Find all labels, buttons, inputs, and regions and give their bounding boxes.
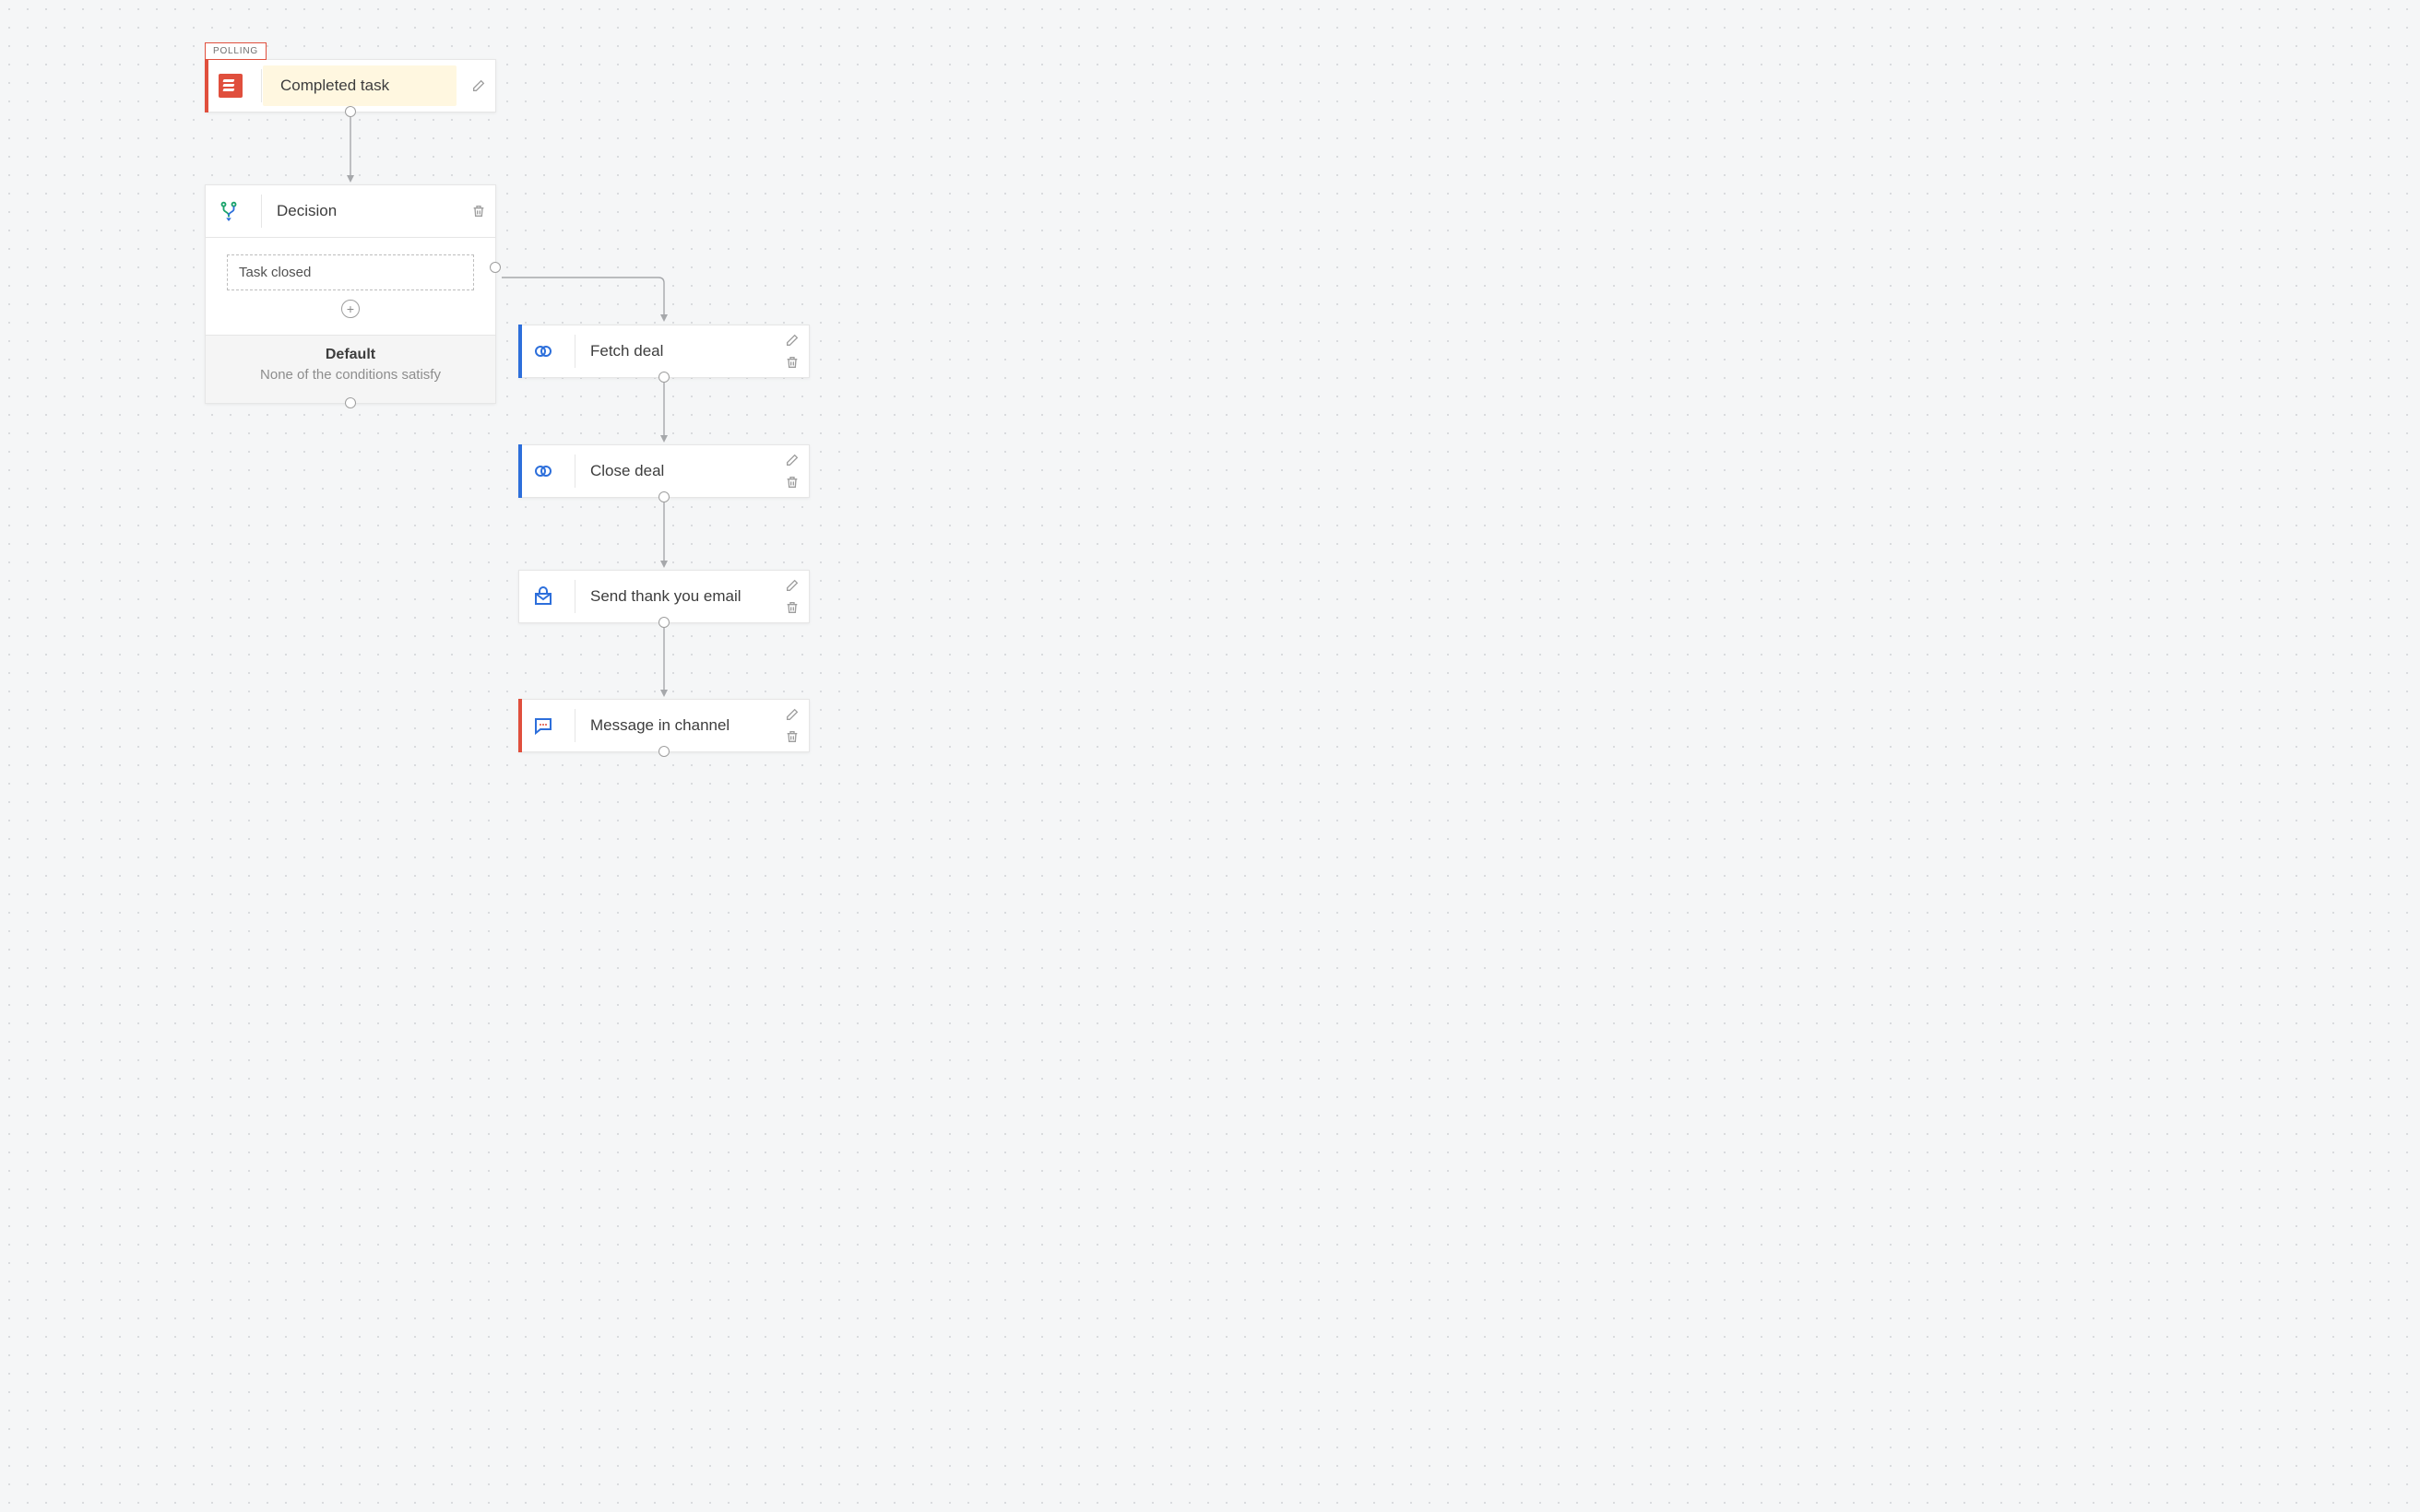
divider <box>261 195 262 228</box>
mail-icon <box>532 585 575 608</box>
flow-canvas[interactable]: POLLING Completed task <box>0 0 1291 807</box>
branch-output-connector[interactable] <box>490 262 501 273</box>
branch-area: Task closed + <box>206 237 495 335</box>
action-title: Message in channel <box>590 716 730 735</box>
delete-icon[interactable] <box>785 355 800 370</box>
output-connector[interactable] <box>345 106 356 117</box>
trigger-title: Completed task <box>277 77 389 95</box>
action-node-fetch-deal[interactable]: Fetch deal <box>518 325 810 378</box>
link-icon <box>532 340 575 362</box>
default-branch[interactable]: Default None of the conditions satisfy <box>206 335 495 403</box>
chat-icon <box>532 715 575 737</box>
branch-task-closed[interactable]: Task closed <box>227 254 474 290</box>
edit-icon[interactable] <box>785 333 800 348</box>
default-output-connector[interactable] <box>345 397 356 408</box>
delete-icon[interactable] <box>471 204 486 219</box>
todoist-icon <box>219 74 261 98</box>
action-title: Fetch deal <box>590 342 663 360</box>
edit-icon[interactable] <box>785 707 800 722</box>
delete-icon[interactable] <box>785 475 800 490</box>
connector-thank-to-message <box>664 621 665 699</box>
output-connector[interactable] <box>658 491 670 502</box>
action-node-send-thank-you-email[interactable]: Send thank you email <box>518 570 810 623</box>
link-icon <box>532 460 575 482</box>
divider <box>261 69 262 102</box>
action-node-close-deal[interactable]: Close deal <box>518 444 810 498</box>
branch-icon <box>219 201 261 221</box>
delete-icon[interactable] <box>785 600 800 615</box>
connector-trigger-to-decision <box>350 111 351 184</box>
polling-tag: POLLING <box>205 42 267 60</box>
edit-icon[interactable] <box>785 578 800 593</box>
add-branch-button[interactable]: + <box>341 300 360 318</box>
output-connector[interactable] <box>658 746 670 757</box>
trigger-node[interactable]: POLLING Completed task <box>205 59 496 112</box>
action-title: Send thank you email <box>590 587 741 606</box>
action-title: Close deal <box>590 462 664 480</box>
default-subtitle: None of the conditions satisfy <box>219 367 482 383</box>
action-node-message-in-channel[interactable]: Message in channel <box>518 699 810 752</box>
edit-icon[interactable] <box>471 78 486 93</box>
output-connector[interactable] <box>658 617 670 628</box>
connector-fetch-to-close <box>664 376 665 444</box>
decision-title: Decision <box>277 202 337 220</box>
output-connector[interactable] <box>658 372 670 383</box>
default-title: Default <box>219 347 482 363</box>
edit-icon[interactable] <box>785 453 800 467</box>
delete-icon[interactable] <box>785 729 800 744</box>
decision-node[interactable]: Decision Task closed + Default None of t… <box>205 184 496 404</box>
connector-close-to-thank <box>664 496 665 570</box>
